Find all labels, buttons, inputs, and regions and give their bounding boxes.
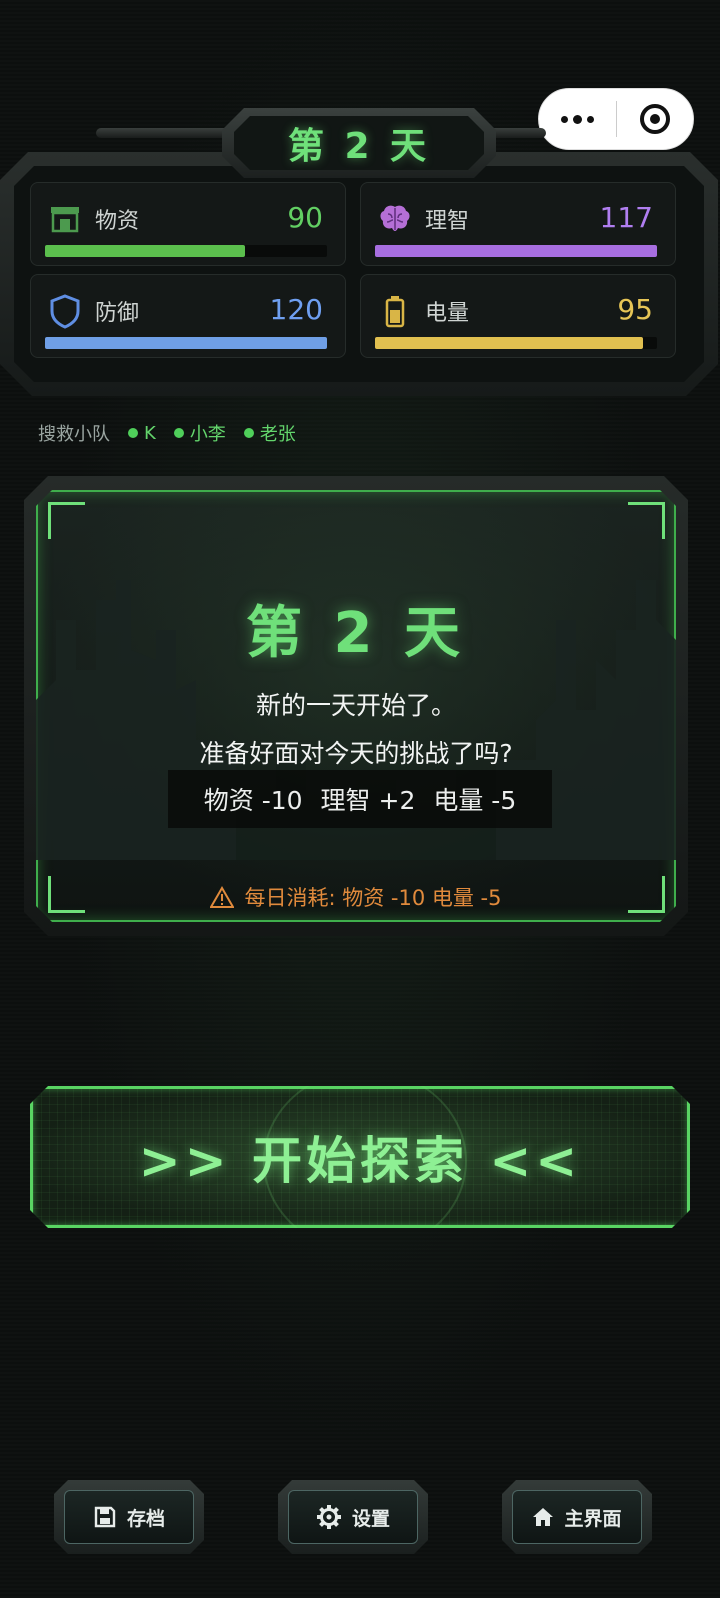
home-button-face: 主界面 [512, 1490, 642, 1544]
settings-label: 设置 [351, 1507, 390, 1530]
card-corner-top-left [48, 502, 85, 539]
team-member: K [128, 423, 156, 444]
home-button[interactable]: 主界面 [502, 1480, 652, 1554]
event-text-line-1: 新的一天开始了。 [255, 691, 456, 720]
stat-defense-fill [45, 337, 327, 349]
save-label: 存档 [126, 1507, 165, 1530]
more-menu-button[interactable] [539, 114, 616, 124]
dots-icon [561, 115, 568, 123]
rescue-team: 搜救小队 K 小李 老张 [38, 420, 296, 446]
daily-consumption-warning: 每日消耗: 物资 -10 电量 -5 [36, 882, 676, 912]
stat-defense-label: 防御 [95, 301, 140, 326]
stat-sanity: 理智 117 [360, 182, 676, 266]
stat-power-label: 电量 [425, 301, 470, 326]
home-label: 主界面 [564, 1507, 622, 1530]
event-text-line-2: 准备好面对今天的挑战了吗? [199, 739, 513, 768]
floppy-disk-icon [94, 1506, 116, 1528]
stat-sanity-fill [375, 245, 657, 257]
stat-power-value: 95 [617, 293, 653, 326]
effect-power: 电量 -5 [433, 786, 517, 815]
status-dot-icon [173, 428, 184, 438]
status-dot-icon [128, 428, 138, 438]
team-member: 小李 [173, 420, 226, 446]
stat-supplies-fill [45, 245, 246, 257]
stat-power-bar [375, 337, 657, 349]
close-miniprogram-button[interactable] [617, 104, 693, 134]
settings-button[interactable]: 设置 [278, 1480, 428, 1554]
brain-icon [380, 205, 410, 231]
warning-icon [210, 886, 235, 908]
daily-consumption-text: 每日消耗: 物资 -10 电量 -5 [244, 886, 502, 910]
start-explore-label: >> 开始探索 << [138, 1132, 582, 1190]
target-icon [639, 104, 670, 134]
battery-icon [385, 296, 405, 328]
settings-button-face: 设置 [288, 1490, 418, 1544]
stat-supplies-value: 90 [287, 201, 323, 234]
gear-icon [316, 1505, 341, 1529]
status-dot-icon [243, 428, 254, 438]
stat-supplies-bar [45, 245, 327, 257]
stat-sanity-label: 理智 [425, 209, 470, 234]
miniprogram-capsule [538, 88, 694, 150]
stat-power: 电量 95 [360, 274, 676, 358]
card-corner-top-right [628, 502, 665, 539]
stat-sanity-bar [375, 245, 657, 257]
effect-sanity: 理智 +2 [320, 786, 416, 815]
stat-defense-bar [45, 337, 327, 349]
stat-defense: 防御 120 [30, 274, 346, 358]
rescue-team-label: 搜救小队 [38, 424, 110, 445]
home-icon [533, 1508, 554, 1526]
decor-pipe-left [96, 128, 232, 138]
event-title: 第 2 天 [246, 601, 466, 666]
day-counter: 第 2 天 [234, 116, 484, 170]
stat-power-fill [375, 337, 643, 349]
team-member: 老张 [243, 420, 296, 446]
event-effects: 物资 -10 理智 +2 电量 -5 [168, 770, 552, 828]
stat-defense-value: 120 [269, 293, 323, 326]
shield-icon [50, 294, 80, 329]
save-button[interactable]: 存档 [54, 1480, 204, 1554]
store-icon [51, 207, 79, 233]
start-explore-button[interactable]: >> 开始探索 << [30, 1086, 690, 1228]
stat-supplies: 物资 90 [30, 182, 346, 266]
effect-supplies: 物资 -10 [203, 786, 303, 815]
stat-supplies-label: 物资 [95, 209, 140, 234]
save-button-face: 存档 [64, 1490, 194, 1544]
stat-sanity-value: 117 [599, 201, 653, 234]
